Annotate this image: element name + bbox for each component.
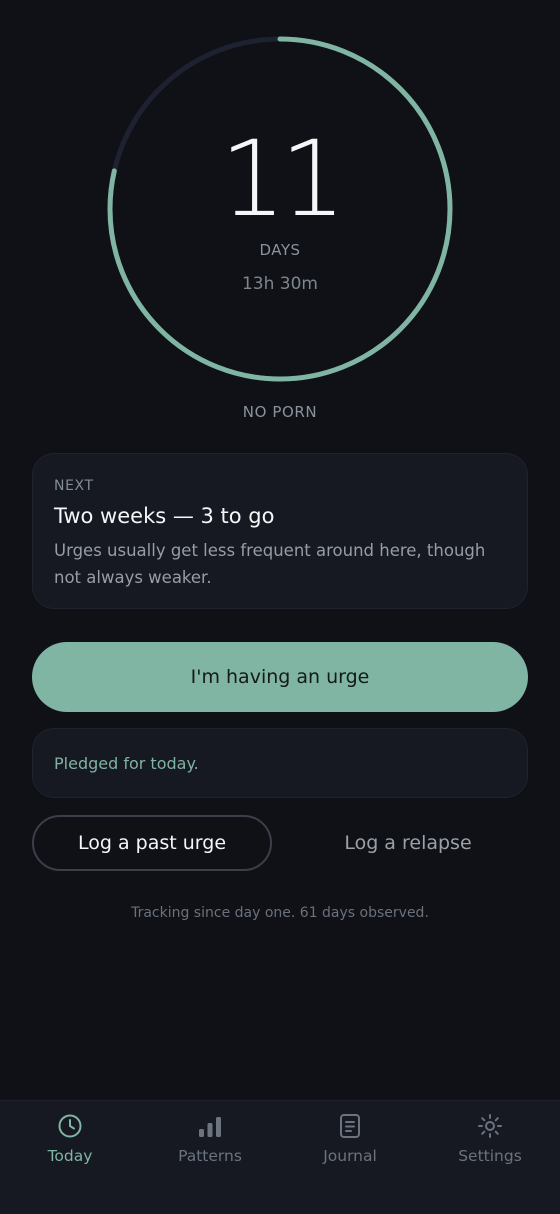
having-urge-button[interactable]: I'm having an urge xyxy=(32,642,528,712)
tracking-note: Tracking since day one. 61 days observed… xyxy=(131,905,429,921)
tab-settings[interactable]: Settings xyxy=(420,1101,560,1214)
tab-patterns-label: Patterns xyxy=(178,1147,242,1165)
elapsed-time: 13h 30m xyxy=(241,274,318,294)
goal-label: NO PORN xyxy=(242,403,318,421)
clock-icon xyxy=(58,1114,82,1138)
next-milestone-card: NEXT Two weeks — 3 to go Urges usually g… xyxy=(32,453,528,609)
sun-gear-icon xyxy=(478,1114,502,1138)
next-milestone-body: Urges usually get less frequent around h… xyxy=(54,541,486,587)
log-past-urge-button[interactable]: Log a past urge xyxy=(32,815,272,871)
tab-today[interactable]: Today xyxy=(0,1101,140,1214)
tab-journal[interactable]: Journal xyxy=(280,1101,420,1214)
bar-chart-icon xyxy=(199,1117,221,1137)
document-icon xyxy=(340,1114,360,1138)
tab-journal-label: Journal xyxy=(323,1147,377,1165)
streak-ring: 11 DAYS 13h 30m xyxy=(100,29,460,389)
days-unit-label: DAYS xyxy=(259,241,301,259)
days-count: 11 xyxy=(219,118,346,240)
tab-patterns[interactable]: Patterns xyxy=(140,1101,280,1214)
next-milestone-title: Two weeks — 3 to go xyxy=(54,504,275,528)
log-relapse-button[interactable]: Log a relapse xyxy=(288,815,528,871)
tab-today-label: Today xyxy=(47,1147,93,1165)
bottom-tab-bar: Today Patterns Journal Settings xyxy=(0,1100,560,1214)
counter-center: 11 DAYS 13h 30m xyxy=(100,29,460,389)
next-kicker: NEXT xyxy=(54,478,94,494)
tab-settings-label: Settings xyxy=(458,1147,522,1165)
pledge-card[interactable]: Pledged for today. xyxy=(32,728,528,798)
pledge-status-text: Pledged for today. xyxy=(54,753,199,773)
